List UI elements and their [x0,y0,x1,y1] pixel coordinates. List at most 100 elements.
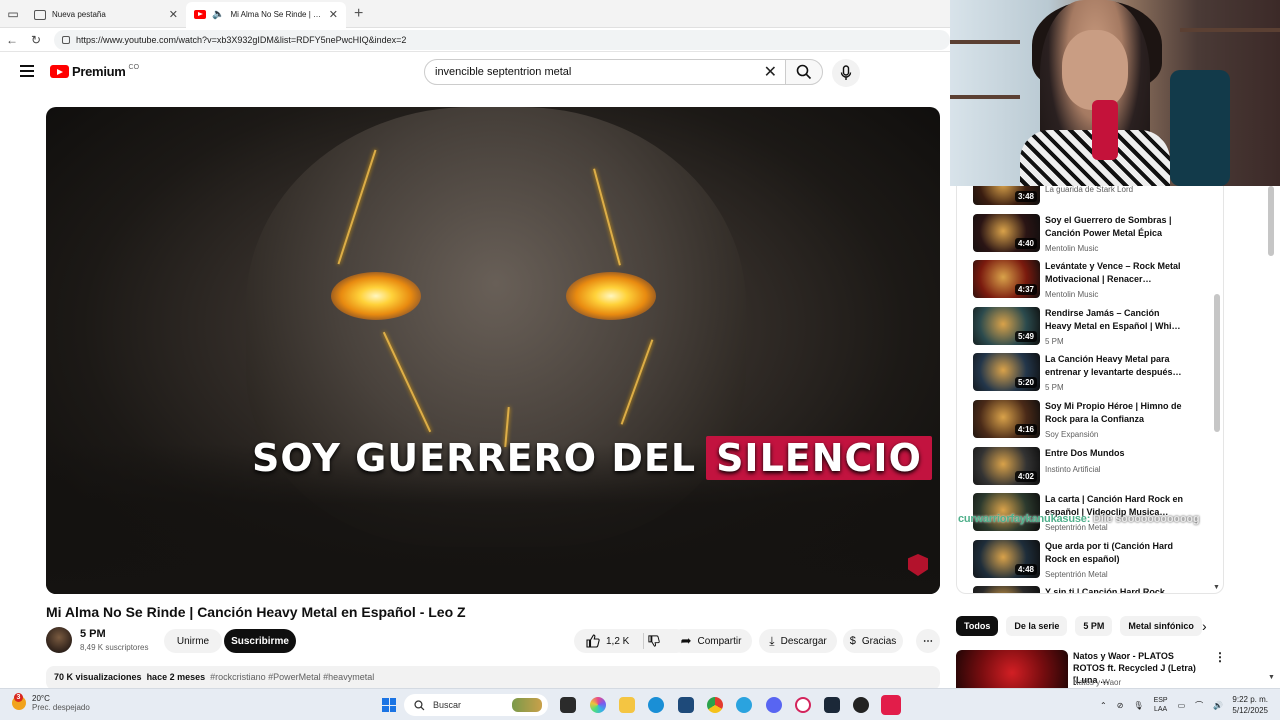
search-button[interactable] [785,59,823,85]
playlist-item[interactable]: 4:16 Soy Mi Propio Héroe | Himno de Rock … [973,400,1213,444]
network-off-icon[interactable]: ⊘ [1117,701,1124,710]
playlist-item[interactable]: 4:02 Entre Dos Mundos Instinto Artificial [973,446,1213,491]
close-tab-icon[interactable]: ✕ [329,8,338,21]
channel-name[interactable]: 5 PM [80,628,106,640]
playlist-item[interactable]: 4:37 Levántate y Vence – Rock Metal Motiv… [973,260,1213,304]
playlist-item-title[interactable]: Soy Mi Propio Héroe | Himno de Rock para… [1045,400,1185,426]
thanks-button[interactable]: $ Gracias [843,629,903,653]
microphone-tray-icon[interactable]: 🎙 [1133,701,1143,710]
copilot-icon[interactable] [590,697,606,713]
playlist-item-title[interactable]: Rendirse Jamás – Canción Heavy Metal en … [1045,307,1185,333]
steam-icon[interactable] [824,697,840,713]
playlist-item[interactable]: 5:20 La Canción Heavy Metal para entrenar… [973,353,1213,397]
chip-de-la-serie[interactable]: De la serie [1006,616,1068,636]
video-actions-row: 5 PM 8,49 K suscriptores Unirme Suscribi… [46,626,940,654]
playlist-item-channel: Mentolin Music [1045,290,1099,300]
recommended-video[interactable]: Natos y Waor - PLATOS ROTOS ft. Recycled… [956,650,1226,688]
video-description[interactable]: 70 K visualizaciones hace 2 meses #rockc… [46,666,940,690]
playlist-thumbnail[interactable]: 4:16 [973,400,1040,438]
search-input[interactable]: invencible septentrion metal ✕ [424,59,788,85]
subscribe-button[interactable]: Suscribirme [224,629,296,653]
playlist-thumbnail[interactable]: 4:40 [973,213,1040,252]
playlist-item[interactable]: 4:40 Soy el Guerrero de Sombras | Canción… [973,213,1213,258]
playlist-item[interactable]: Y sin ti | Canción Hard Rock en… [973,586,1213,593]
tab-actions-icon[interactable]: ▭ [0,0,26,28]
microphone [1092,100,1118,160]
clear-icon[interactable]: ✕ [764,62,777,82]
share-button[interactable]: ➦ Compartir [670,629,752,653]
playlist-scrollbar[interactable] [1214,294,1220,432]
playlist-item-channel: La guarida de Stark Lord [1045,186,1134,194]
voice-search-button[interactable] [832,59,860,87]
telegram-icon[interactable] [736,697,752,713]
windows-start-icon[interactable] [382,698,396,712]
edge-icon[interactable] [648,697,664,713]
playlist-item-title[interactable]: Que arda por ti (Canción Hard Rock en es… [1045,540,1185,566]
playlist-thumbnail[interactable] [973,586,1040,593]
reload-icon[interactable]: ↻ [24,33,48,47]
chip-5-pm[interactable]: 5 PM [1075,616,1113,636]
clock[interactable]: 9:22 p. m. 5/12/2025 [1220,694,1268,716]
more-vertical-icon[interactable]: ⋮ [1214,650,1226,664]
taskbar-search[interactable]: Buscar [404,694,548,716]
playlist-thumbnail[interactable]: 4:48 [973,539,1040,578]
file-explorer-icon[interactable] [619,697,635,713]
hashtags[interactable]: #rockcristiano #PowerMetal #heavymetal [210,672,374,682]
playlist-thumbnail[interactable]: 4:02 [973,446,1040,485]
opera-icon[interactable] [795,697,811,713]
chrome-icon[interactable] [707,697,723,713]
page-scrollbar[interactable] [1268,186,1274,256]
new-tab-button[interactable]: + [346,5,371,23]
close-tab-icon[interactable]: ✕ [169,8,178,21]
playlist-item-title[interactable]: Soy el Guerrero de Sombras | Canción Pow… [1045,214,1185,240]
join-button[interactable]: Unirme [164,629,222,653]
tab-new-tab[interactable]: Nueva pestaña ✕ [26,2,186,28]
youtube-logo[interactable]: Premium CO [50,64,139,79]
weather-sun-icon [12,693,26,710]
playlist-item[interactable]: 5:49 Rendirse Jamás – Canción Heavy Metal… [973,306,1213,351]
playlist-item-title[interactable]: Levántate y Vence – Rock Metal Motivacio… [1045,260,1185,286]
address-bar-row: ← ↻ https://www.youtube.com/watch?v=xb3X… [0,28,950,52]
playlist-item[interactable]: 3:48⚔️ "Renace. Arde. Vuela." ⚔️La guari… [973,186,1213,211]
dislike-button[interactable] [636,629,672,653]
tiktok-icon[interactable] [881,695,901,715]
language-indicator[interactable]: ESP LAA [1154,696,1168,714]
display-icon[interactable]: ▭ [1178,701,1186,710]
video-frame-eye-right [566,272,656,320]
channel-avatar[interactable] [46,627,72,653]
wifi-icon[interactable]: ⌒ [1195,700,1203,711]
recommended-thumbnail[interactable] [956,650,1068,688]
playlist-thumbnail[interactable]: 3:48 [973,186,1040,205]
more-actions-button[interactable]: ⋯ [916,629,940,653]
playlist-item-title[interactable]: Entre Dos Mundos [1045,447,1185,460]
download-button[interactable]: ⤓ Descargar [759,629,837,653]
chevron-right-icon[interactable]: › [1202,618,1207,634]
url-field[interactable]: https://www.youtube.com/watch?v=xb3X932g… [54,29,950,50]
view-count: 70 K visualizaciones [54,672,142,682]
task-view-icon[interactable] [560,697,576,713]
playlist-thumbnail[interactable]: 4:37 [973,260,1040,299]
store-icon[interactable] [678,697,694,713]
playlist-item[interactable]: 4:48 Que arda por ti (Canción Hard Rock e… [973,539,1213,584]
scroll-down-icon[interactable]: ▼ [1213,584,1220,591]
video-title: Mi Alma No Se Rinde | Canción Heavy Meta… [46,604,466,620]
recommended-channel[interactable]: Natos y Waor [1073,678,1121,687]
scroll-down-icon[interactable]: ▼ [1268,674,1275,681]
obs-icon[interactable] [853,697,869,713]
tab-youtube-video[interactable]: 🔈 Mi Alma No Se Rinde | Canción Heavy Me… [186,1,346,28]
temperature: 20°C [32,694,50,703]
menu-icon[interactable] [20,65,34,77]
discord-icon[interactable] [766,697,782,713]
weather-widget[interactable]: 20°C Prec. despejado [12,693,90,712]
playlist-item-title[interactable]: La Canción Heavy Metal para entrenar y l… [1045,353,1185,379]
speaker-icon[interactable]: 🔈 [212,9,224,20]
playlist-thumbnail[interactable]: 5:49 [973,306,1040,345]
playlist-item-title[interactable]: Y sin ti | Canción Hard Rock en… [1045,586,1185,593]
playlist-thumbnail[interactable]: 5:20 [973,353,1040,392]
video-player[interactable]: SOY GUERRERO DEL SILENCIO [46,107,940,594]
playlist-item-channel: Septentrión Metal [1045,569,1108,579]
chevron-up-icon[interactable]: ⌃ [1100,701,1107,710]
chip-metal-sinfonico[interactable]: Metal sinfónico [1120,616,1202,636]
back-icon[interactable]: ← [0,33,24,47]
chip-todos[interactable]: Todos [956,616,999,636]
